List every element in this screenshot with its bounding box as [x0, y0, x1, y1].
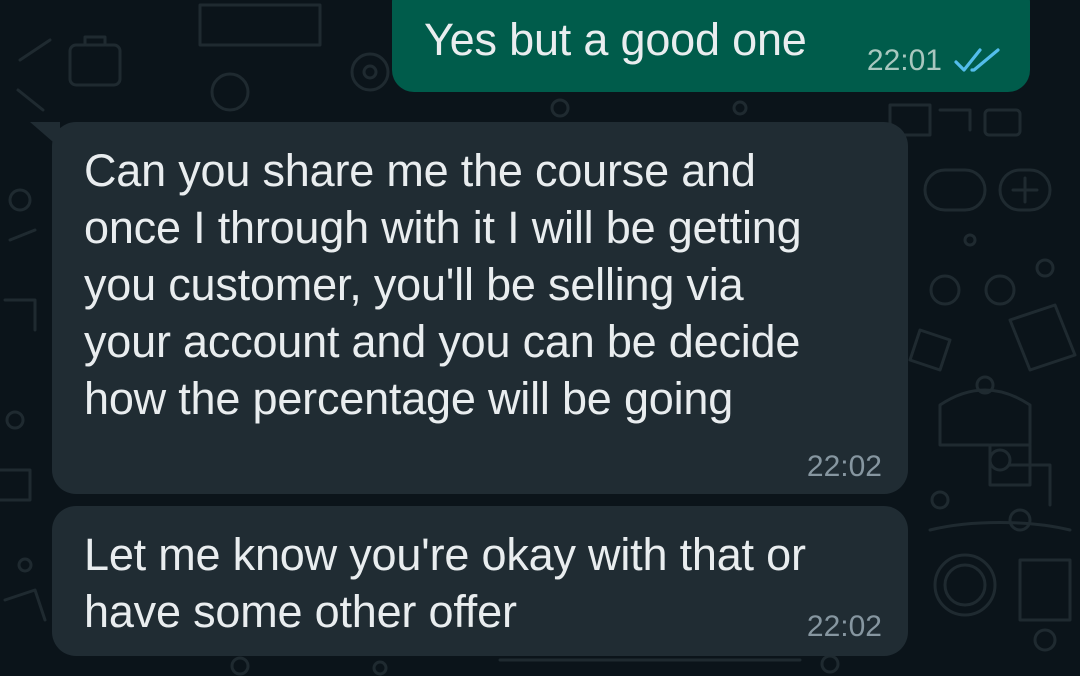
message-text: Can you share me the course and once I t…: [84, 145, 802, 424]
double-check-read-icon: [954, 48, 1000, 72]
message-time: 22:01: [866, 44, 942, 77]
message-text: Yes but a good one: [424, 14, 807, 65]
message-meta: 22:01: [867, 44, 1002, 78]
incoming-message-bubble[interactable]: Let me know you're okay with that or hav…: [52, 506, 908, 656]
message-time: 22:02: [806, 450, 882, 483]
message-meta: 22:02: [807, 450, 882, 484]
message-meta: 22:02: [807, 610, 882, 644]
outgoing-message-bubble[interactable]: Yes but a good one 22:01: [392, 0, 1030, 92]
incoming-message-bubble[interactable]: Can you share me the course and once I t…: [30, 122, 908, 494]
chat-window[interactable]: Yes but a good one 22:01 Can you share m…: [0, 0, 1080, 676]
message-text: Let me know you're okay with that or hav…: [84, 529, 806, 637]
message-time: 22:02: [806, 610, 882, 643]
